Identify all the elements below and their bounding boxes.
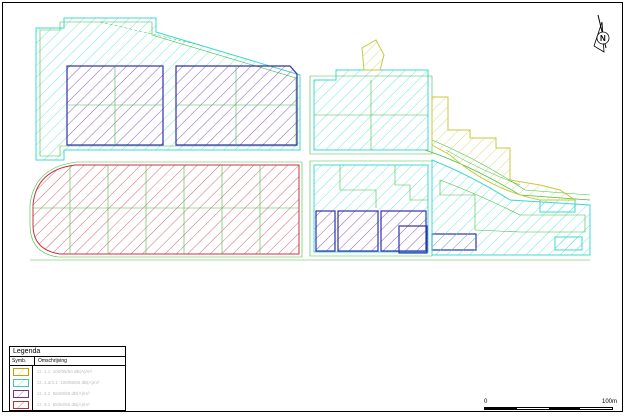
- scale-bar: 0 100m: [484, 399, 619, 412]
- zone-magenta-north-left: [66, 65, 164, 146]
- zone-yellow-north: [361, 39, 385, 71]
- legend-text: 65/60/55 dB(A)/m²: [52, 402, 90, 407]
- scale-bar-segments: [484, 407, 613, 410]
- zone-magenta-north-right: [175, 65, 298, 146]
- legend-col-description: Omschrijving: [38, 358, 67, 364]
- legend-text: 100/95/60 dB(A)/m²: [60, 380, 100, 385]
- legend-code: zz. 1.2/4.1: [37, 380, 58, 385]
- legend-title: Legenda: [10, 347, 125, 357]
- legend-swatch-magenta: [13, 389, 29, 398]
- north-arrow-label: N: [600, 34, 606, 43]
- legend-col-symbol: Symb.: [10, 357, 35, 365]
- legend-code: zz. 5.1: [37, 402, 51, 407]
- legend-row: zz. 4.2 65/60/55 dB(A)/m²: [10, 388, 125, 399]
- scale-end-label: 100m: [602, 399, 618, 405]
- legend-swatch-red: [13, 400, 29, 409]
- legend-row: zz. 5.1 65/60/55 dB(A)/m²: [10, 399, 125, 410]
- zone-cyan-central: [309, 69, 433, 155]
- legend-header: Symb. Omschrijving: [10, 357, 125, 366]
- legend-swatch-yellow: [13, 367, 29, 376]
- legend-panel: Legenda Symb. Omschrijving zz. 1.1 100/9…: [9, 346, 126, 411]
- legend-code: zz. 4.2: [37, 391, 51, 396]
- legend-text: 65/60/55 dB(A)/m²: [52, 391, 90, 396]
- north-arrow-icon: N: [593, 14, 610, 53]
- legend-swatch-cyan: [13, 378, 29, 387]
- legend-text: 100/95/60 dB(A)/m²: [52, 369, 93, 374]
- zone-red-southwest: [29, 161, 303, 258]
- scale-start-label: 0: [484, 399, 488, 405]
- legend-code: zz. 1.1: [37, 369, 51, 374]
- legend-row: zz. 1.2/4.1 100/95/60 dB(A)/m²: [10, 377, 125, 388]
- legend-row: zz. 1.1 100/95/60 dB(A)/m²: [10, 366, 125, 377]
